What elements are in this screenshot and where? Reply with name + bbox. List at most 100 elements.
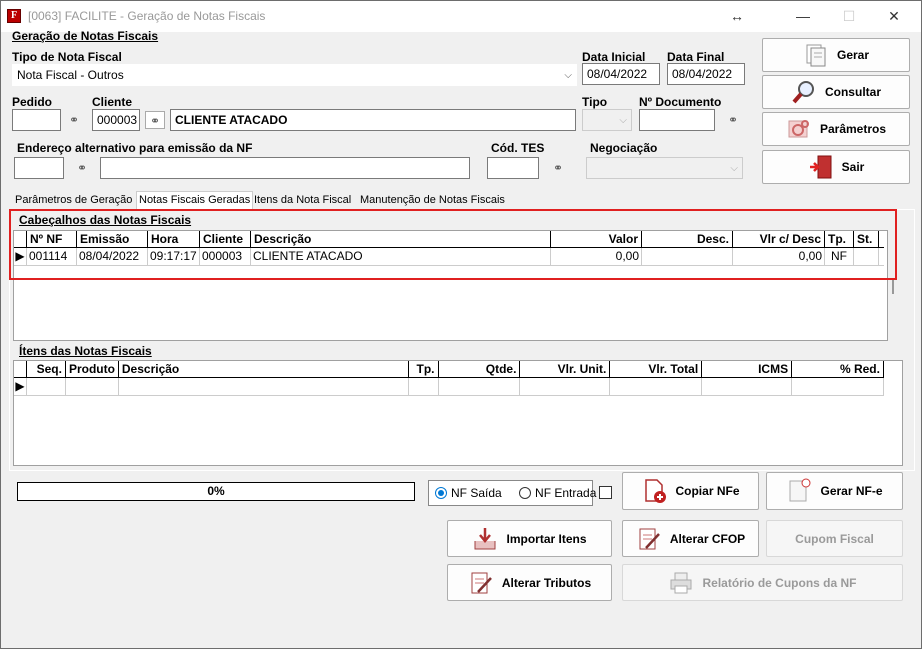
main-window: F [0063] FACILITE - Geração de Notas Fis…: [0, 0, 922, 649]
headers-grid-header: Nº NF Emissão Hora Cliente Descrição Val…: [14, 231, 884, 248]
headers-section-title: Cabeçalhos das Notas Fiscais: [19, 213, 192, 227]
binoculars-icon[interactable]: ⚭: [64, 111, 84, 129]
col-st[interactable]: St.: [854, 231, 879, 248]
table-row[interactable]: ▶: [14, 378, 884, 396]
radio-nf-saida-label: NF Saída: [451, 486, 502, 500]
col-qtde[interactable]: Qtde.: [439, 361, 521, 378]
col-descricao[interactable]: Descrição: [251, 231, 551, 248]
codtes-label: Cód. TES: [491, 141, 545, 155]
items-section-title: Ítens das Notas Fiscais: [19, 344, 152, 358]
binoculars-icon[interactable]: ⚭: [72, 159, 92, 177]
move-icon[interactable]: ↔: [721, 5, 753, 27]
tab-itens-nota[interactable]: Itens da Nota Fiscal: [252, 194, 353, 210]
endereco-input[interactable]: [100, 157, 470, 179]
cell-qtde: [439, 378, 521, 396]
col-vlr-total[interactable]: Vlr. Total: [610, 361, 703, 378]
importar-itens-button[interactable]: Importar Itens: [447, 520, 612, 557]
col-vlr-desc[interactable]: Vlr c/ Desc: [733, 231, 825, 248]
alterar-cfop-button[interactable]: Alterar CFOP: [622, 520, 759, 557]
documento-label: Nº Documento: [639, 95, 722, 109]
codtes-input[interactable]: [487, 157, 539, 179]
endereco-code-input[interactable]: [14, 157, 64, 179]
col-red[interactable]: % Red.: [792, 361, 884, 378]
edit-document-icon: [468, 570, 494, 596]
relatorio-cupons-button[interactable]: Relatório de Cupons da NF: [622, 564, 903, 601]
window-title: [0063] FACILITE - Geração de Notas Fisca…: [28, 9, 266, 23]
radio-nf-entrada[interactable]: [519, 487, 532, 499]
col-icms[interactable]: ICMS: [702, 361, 793, 378]
col-desc[interactable]: Desc.: [642, 231, 733, 248]
magnifier-icon: [791, 79, 817, 105]
parametros-button[interactable]: Parâmetros: [762, 112, 910, 146]
col-cliente[interactable]: Cliente: [200, 231, 251, 248]
chevron-down-icon: ⌵: [619, 115, 627, 126]
col-valor[interactable]: Valor: [551, 231, 642, 248]
cell-vlr-desc: 0,00: [733, 248, 825, 266]
tipo-nota-value: Nota Fiscal - Outros: [17, 68, 124, 82]
documento-input[interactable]: [639, 109, 715, 131]
cell-icms: [702, 378, 793, 396]
gerar-label: Gerar: [836, 48, 870, 62]
col-seq[interactable]: Seq.: [27, 361, 66, 378]
negociacao-label: Negociação: [590, 141, 658, 155]
parametros-label: Parâmetros: [819, 122, 887, 136]
cell-descricao: CLIENTE ATACADO: [251, 248, 551, 266]
cupom-fiscal-button[interactable]: Cupom Fiscal: [766, 520, 903, 557]
cupom-fiscal-label: Cupom Fiscal: [795, 531, 874, 546]
chevron-down-icon: ⌵: [730, 163, 738, 174]
data-final-label: Data Final: [667, 50, 725, 64]
consultar-button[interactable]: Consultar: [762, 75, 910, 109]
nf-type-radio-group: NF Saída NF Entrada: [428, 480, 596, 506]
row-indicator-header: [14, 231, 27, 248]
gerar-button[interactable]: Gerar: [762, 38, 910, 72]
scrollbar-thumb[interactable]: [892, 280, 894, 294]
relatorio-cupons-label: Relatório de Cupons da NF: [702, 575, 857, 590]
col-nf[interactable]: Nº NF: [27, 231, 77, 248]
maximize-button[interactable]: ☐: [833, 5, 865, 27]
alterar-tributos-button[interactable]: Alterar Tributos: [447, 564, 612, 601]
tipo-nota-select[interactable]: Nota Fiscal - Outros ⌵: [12, 64, 577, 86]
data-final-input[interactable]: 08/04/2022: [667, 63, 745, 85]
binoculars-icon[interactable]: ⚭: [145, 111, 165, 129]
importar-itens-label: Importar Itens: [506, 531, 587, 546]
cell-desc: [642, 248, 733, 266]
minimize-button[interactable]: —: [787, 5, 819, 27]
row-indicator-header: [14, 361, 27, 378]
tipo-select[interactable]: ⌵: [582, 109, 632, 131]
headers-grid: Nº NF Emissão Hora Cliente Descrição Val…: [13, 230, 888, 341]
table-row[interactable]: ▶ 001114 08/04/2022 09:17:17 000003 CLIE…: [14, 248, 884, 266]
tab-notas-geradas[interactable]: Notas Fiscais Geradas: [136, 191, 254, 210]
radio-nf-saida[interactable]: [435, 487, 447, 499]
checkbox[interactable]: [599, 486, 612, 499]
documents-icon: [803, 42, 829, 68]
title-bar: F [0063] FACILITE - Geração de Notas Fis…: [1, 1, 921, 32]
col-item-tp[interactable]: Tp.: [409, 361, 439, 378]
copiar-nfe-button[interactable]: Copiar NFe: [622, 472, 759, 510]
col-emissao[interactable]: Emissão: [77, 231, 148, 248]
col-produto[interactable]: Produto: [66, 361, 119, 378]
col-tp[interactable]: Tp.: [825, 231, 854, 248]
data-inicial-input[interactable]: 08/04/2022: [582, 63, 660, 85]
edit-document-icon: [636, 526, 662, 552]
tab-manutencao[interactable]: Manutenção de Notas Fiscais: [358, 194, 507, 210]
col-hora[interactable]: Hora: [148, 231, 200, 248]
headers-scrollbar[interactable]: [888, 230, 902, 341]
cell-nf: 001114: [27, 248, 77, 266]
cliente-code-input[interactable]: 000003: [92, 109, 140, 131]
binoculars-icon[interactable]: ⚭: [723, 111, 743, 129]
close-button[interactable]: ✕: [878, 5, 910, 27]
tab-parametros-geracao[interactable]: Parâmetros de Geração: [13, 194, 134, 210]
col-vlr-unit[interactable]: Vlr. Unit.: [520, 361, 611, 378]
col-item-descricao[interactable]: Descrição: [119, 361, 409, 378]
copiar-nfe-label: Copiar NFe: [675, 484, 740, 498]
negociacao-select[interactable]: ⌵: [586, 157, 743, 179]
gerar-nfe-button[interactable]: Gerar NF-e: [766, 472, 903, 510]
binoculars-icon[interactable]: ⚭: [548, 159, 568, 177]
row-indicator-icon: ▶: [14, 248, 27, 266]
sair-button[interactable]: Sair: [762, 150, 910, 184]
pedido-input[interactable]: [12, 109, 61, 131]
chevron-down-icon: ⌵: [564, 70, 572, 81]
document-add-icon: [641, 478, 667, 504]
exit-door-icon: [808, 154, 834, 180]
cell-valor: 0,00: [551, 248, 642, 266]
